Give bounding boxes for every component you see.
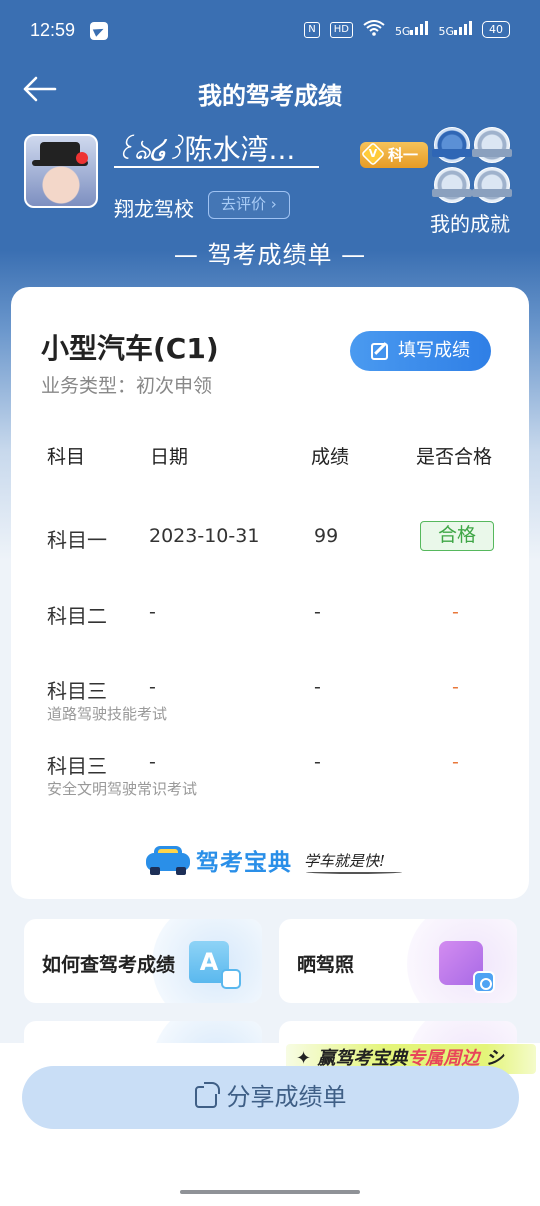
business-type: 业务类型：初次申领 (41, 375, 213, 397)
vip-icon: V (360, 141, 386, 167)
kemu-badge: V 科一 (360, 141, 429, 168)
row-date: - (149, 751, 156, 773)
row-subject: 科目一 (47, 528, 107, 552)
row-score: - (314, 601, 321, 623)
edit-icon (371, 343, 388, 360)
signal-2-icon: 5G (438, 21, 472, 38)
header-date: 日期 (150, 446, 189, 468)
achievements-label[interactable]: 我的成就 (430, 208, 510, 237)
header-pass: 是否合格 (416, 446, 493, 468)
score-card: 小型汽车(C1) 业务类型：初次申领 填写成绩 科目 日期 成绩 是否合格 科目… (11, 287, 529, 899)
document-icon-letter: A (199, 948, 219, 976)
show-license-tile[interactable]: 晒驾照 (279, 919, 517, 1003)
how-to-check-scores-tile[interactable]: 如何查驾考成绩 A (24, 919, 262, 1003)
tile-label: 如何查驾考成绩 (42, 954, 176, 976)
achievement-badge-icon (432, 127, 472, 163)
telegram-icon (90, 22, 108, 40)
rate-button-label: 去评价 (221, 195, 267, 213)
pass-badge: 合格 (420, 521, 494, 551)
chevron-right-icon: › (266, 195, 277, 213)
fill-score-label: 填写成绩 (398, 340, 470, 361)
share-icon (194, 1082, 220, 1108)
fill-score-button[interactable]: 填写成绩 (350, 331, 491, 371)
network-type-1: 5G (394, 25, 411, 38)
row-score: - (314, 676, 321, 698)
school-name: 翔龙驾校 (114, 197, 194, 221)
hd-icon: HD (329, 21, 353, 38)
row-subject: 科目二 (47, 604, 107, 628)
photo-icon (439, 941, 495, 993)
header-score: 成绩 (311, 446, 350, 468)
avatar-hat (32, 142, 88, 166)
row-date: 2023-10-31 (149, 525, 260, 547)
brand-logo: 驾考宝典 学车就是快! (146, 842, 402, 878)
achievement-badge-icon (432, 167, 472, 203)
brand-slogan: 学车就是快! (304, 851, 386, 870)
status-bar: 12:59 N HD 5G 5G 40 (30, 14, 510, 48)
brand-name: 驾考宝典 (196, 850, 292, 876)
row-date: - (149, 676, 156, 698)
kemu-badge-label: 科一 (388, 146, 419, 164)
vehicle-type: 小型汽车(C1) (41, 332, 219, 365)
achievement-badge-icon (472, 127, 512, 163)
achievement-badge-icon (472, 167, 512, 203)
achievements-badges[interactable] (432, 127, 512, 207)
wifi-icon (363, 20, 385, 39)
home-indicator[interactable] (180, 1190, 360, 1194)
row-subtitle: 道路驾驶技能考试 (47, 705, 168, 723)
row-subtitle: 安全文明驾驶常识考试 (47, 780, 198, 798)
status-icons: N HD 5G 5G 40 (304, 20, 510, 39)
row-pass: - (452, 676, 459, 698)
nickname-text: 陈水湾... (184, 133, 296, 166)
nickname-decoration: ꒰ঌ໒꒱ (114, 133, 187, 166)
document-search-icon: A (189, 941, 241, 989)
avatar-flower (76, 152, 88, 164)
sheet-title: — 驾考成绩单 — (173, 241, 367, 269)
share-button[interactable]: 分享成绩单 (22, 1066, 519, 1129)
row-subject: 科目三 (47, 679, 107, 703)
camera-icon (473, 971, 495, 993)
row-score: 99 (314, 525, 339, 547)
avatar[interactable] (24, 134, 98, 208)
car-icon (146, 845, 190, 875)
row-pass: - (452, 751, 459, 773)
signal-1-icon: 5G (395, 21, 429, 38)
row-date: - (149, 601, 156, 623)
row-subject: 科目三 (47, 754, 107, 778)
vip-icon-letter: V (368, 147, 378, 161)
row-pass: - (452, 601, 459, 623)
status-time: 12:59 (30, 20, 76, 40)
share-button-label: 分享成绩单 (226, 1083, 347, 1111)
nickname-underline (114, 166, 319, 168)
tile-label: 晒驾照 (297, 954, 355, 976)
slogan-swash (306, 870, 402, 874)
nfc-icon: N (304, 21, 320, 38)
battery-icon: 40 (482, 21, 510, 38)
network-type-2: 5G (438, 25, 454, 38)
header-subject: 科目 (47, 446, 86, 468)
row-score: - (314, 751, 321, 773)
rate-button[interactable]: 去评价 › (208, 191, 290, 219)
page-title: 我的驾考成绩 (198, 82, 342, 110)
